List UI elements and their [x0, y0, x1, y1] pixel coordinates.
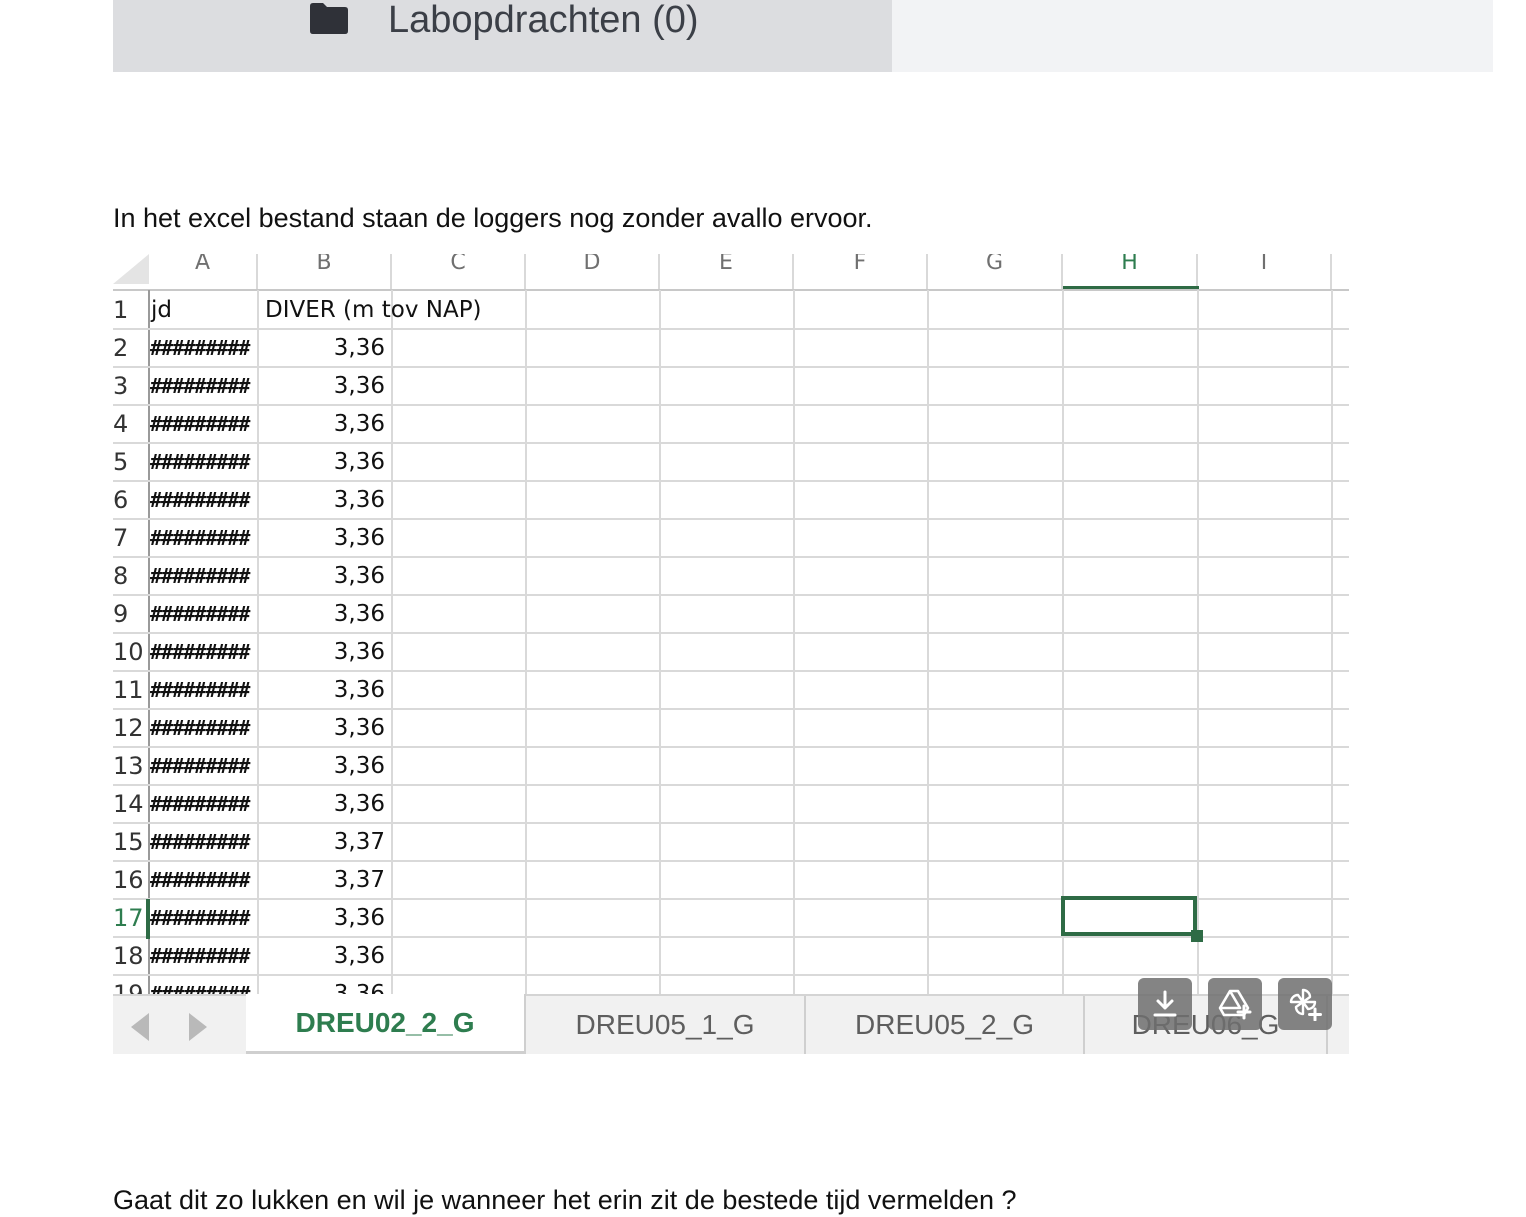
grid-vline — [793, 290, 795, 994]
cell-a10[interactable]: ######### — [150, 633, 258, 671]
save-to-drive-button[interactable] — [1208, 978, 1262, 1030]
cell-b1[interactable]: DIVER (m tov NAP) — [265, 291, 482, 329]
row-header-16[interactable]: 16 — [113, 861, 149, 899]
sheet-tab-dreu05-1-g[interactable]: DREU05_1_G — [526, 996, 806, 1054]
cell-a8[interactable]: ######### — [150, 557, 258, 595]
column-header-a[interactable]: A — [149, 254, 258, 290]
grid-vline — [391, 290, 393, 994]
cell-a6[interactable]: ######### — [150, 481, 258, 519]
cell-b15[interactable]: 3,37 — [258, 823, 385, 861]
download-icon — [1153, 990, 1177, 1017]
row-header-15[interactable]: 15 — [113, 823, 149, 861]
grid-vline — [927, 290, 929, 994]
cell-b14[interactable]: 3,36 — [258, 785, 385, 823]
row-header-2[interactable]: 2 — [113, 329, 149, 367]
cell-a5[interactable]: ######### — [150, 443, 258, 481]
add-to-photos-button[interactable] — [1278, 978, 1332, 1030]
cell-b3[interactable]: 3,36 — [258, 367, 385, 405]
row-header-4[interactable]: 4 — [113, 405, 149, 443]
cell-a18[interactable]: ######### — [150, 937, 258, 975]
column-header-d[interactable]: D — [526, 254, 660, 290]
row-header-17[interactable]: 17 — [113, 899, 149, 937]
column-header-c[interactable]: C — [392, 254, 526, 290]
column-header-f[interactable]: F — [794, 254, 928, 290]
cell-b13[interactable]: 3,36 — [258, 747, 385, 785]
cell-b7[interactable]: 3,36 — [258, 519, 385, 557]
tab-labopdrachten-label: Labopdrachten (0) — [388, 0, 699, 41]
grid-vline — [659, 290, 661, 994]
column-header-e[interactable]: E — [660, 254, 794, 290]
grid-vline — [1062, 290, 1064, 994]
spreadsheet-screenshot: A B C D E F G H I 1 jd DIVER (m tov NAP) 2 ######### 3… — [113, 254, 1349, 1054]
column-header-h[interactable]: H — [1063, 254, 1198, 290]
cell-b4[interactable]: 3,36 — [258, 405, 385, 443]
grid-vline — [1197, 290, 1199, 994]
next-sheet-icon[interactable] — [189, 1013, 207, 1041]
cell-a15[interactable]: ######### — [150, 823, 258, 861]
selected-cell-h17[interactable] — [1061, 896, 1197, 936]
cell-a1[interactable]: jd — [151, 291, 172, 329]
cell-a7[interactable]: ######### — [150, 519, 258, 557]
cell-a3[interactable]: ######### — [150, 367, 258, 405]
fill-handle[interactable] — [1191, 930, 1203, 942]
cell-a14[interactable]: ######### — [150, 785, 258, 823]
row-header-11[interactable]: 11 — [113, 671, 149, 709]
row-header-5[interactable]: 5 — [113, 443, 149, 481]
column-header-b[interactable]: B — [258, 254, 392, 290]
sheet-tab-dreu02-2-g[interactable]: DREU02_2_G — [246, 994, 526, 1054]
row-header-7[interactable]: 7 — [113, 519, 149, 557]
cell-a11[interactable]: ######### — [150, 671, 258, 709]
download-button[interactable] — [1138, 978, 1192, 1030]
cell-a12[interactable]: ######### — [150, 709, 258, 747]
paragraph-intro: In het excel bestand staan de loggers no… — [113, 203, 873, 233]
sheet-tab-dreu05-2-g[interactable]: DREU05_2_G — [806, 996, 1085, 1054]
row-header-1[interactable]: 1 — [113, 291, 149, 329]
cell-a17[interactable]: ######### — [150, 899, 258, 937]
cell-a4[interactable]: ######### — [150, 405, 258, 443]
pinwheel-add-icon — [1289, 988, 1322, 1021]
cell-b10[interactable]: 3,36 — [258, 633, 385, 671]
cell-b9[interactable]: 3,36 — [258, 595, 385, 633]
column-header-g[interactable]: G — [928, 254, 1063, 290]
cell-b12[interactable]: 3,36 — [258, 709, 385, 747]
column-header-i[interactable]: I — [1198, 254, 1332, 290]
cell-b2[interactable]: 3,36 — [258, 329, 385, 367]
cell-b11[interactable]: 3,36 — [258, 671, 385, 709]
row-header-14[interactable]: 14 — [113, 785, 149, 823]
row-header-10[interactable]: 10 — [113, 633, 149, 671]
cell-a2[interactable]: ######### — [150, 329, 258, 367]
grid-vline — [1331, 290, 1333, 994]
row-header-12[interactable]: 12 — [113, 709, 149, 747]
cell-b5[interactable]: 3,36 — [258, 443, 385, 481]
row-header-18[interactable]: 18 — [113, 937, 149, 975]
cell-b16[interactable]: 3,37 — [258, 861, 385, 899]
row-header-6[interactable]: 6 — [113, 481, 149, 519]
grid-vline — [525, 290, 527, 994]
cell-a9[interactable]: ######### — [150, 595, 258, 633]
cell-b6[interactable]: 3,36 — [258, 481, 385, 519]
folder-icon — [310, 3, 348, 34]
selected-row-indicator — [146, 899, 150, 939]
row-header-8[interactable]: 8 — [113, 557, 149, 595]
row-header-13[interactable]: 13 — [113, 747, 149, 785]
row-header-9[interactable]: 9 — [113, 595, 149, 633]
cell-b18[interactable]: 3,36 — [258, 937, 385, 975]
prev-sheet-icon[interactable] — [131, 1013, 149, 1041]
drive-add-icon — [1218, 989, 1252, 1020]
cell-a13[interactable]: ######### — [150, 747, 258, 785]
select-all-corner — [113, 254, 149, 284]
cell-b17[interactable]: 3,36 — [258, 899, 385, 937]
cell-a16[interactable]: ######### — [150, 861, 258, 899]
row-header-3[interactable]: 3 — [113, 367, 149, 405]
cell-b8[interactable]: 3,36 — [258, 557, 385, 595]
